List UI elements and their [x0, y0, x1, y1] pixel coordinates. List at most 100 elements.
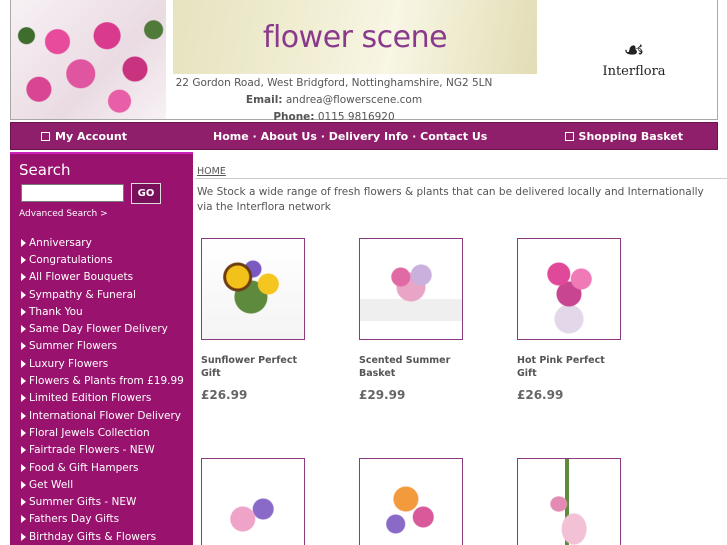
arrow-right-icon: [21, 238, 26, 247]
category-item[interactable]: Anniversary: [21, 234, 184, 251]
site-banner[interactable]: flower scene: [173, 0, 537, 74]
product-price: £26.99: [517, 388, 564, 402]
address: 22 Gordon Road, West Bridgford, Nottingh…: [175, 77, 493, 89]
nav-separator: ·: [412, 130, 417, 143]
category-item[interactable]: Same Day Flower Delivery: [21, 320, 184, 337]
category-list: Anniversary Congratulations All Flower B…: [21, 234, 184, 545]
advanced-search-link[interactable]: Advanced Search >: [19, 209, 108, 219]
category-item[interactable]: Flowers & Plants from £19.99: [21, 372, 184, 389]
arrow-right-icon: [21, 463, 26, 472]
arrow-right-icon: [21, 307, 26, 316]
category-label: All Flower Bouquets: [29, 271, 134, 284]
category-item[interactable]: Get Well: [21, 476, 184, 493]
top-nav: My Account Home · About Us · Delivery In…: [10, 122, 718, 150]
arrow-right-icon: [21, 342, 26, 351]
category-label: Thank You: [29, 305, 83, 318]
category-item[interactable]: Birthday Gifts & Flowers: [21, 528, 184, 545]
interflora-logo[interactable]: ☙ Interflora: [579, 38, 689, 79]
my-account-label: My Account: [55, 130, 127, 143]
category-item[interactable]: Food & Gift Hampers: [21, 459, 184, 476]
site-title: flower scene: [262, 19, 448, 55]
product-image[interactable]: [201, 238, 305, 340]
arrow-right-icon: [21, 255, 26, 264]
product-name[interactable]: Sunflower Perfect Gift: [201, 354, 301, 380]
arrow-right-icon: [21, 480, 26, 489]
sidebar: Search GO Advanced Search > Anniversary …: [10, 152, 193, 545]
main-nav-links: Home · About Us · Delivery Info · Contac…: [213, 130, 487, 143]
product-card[interactable]: Scented Summer Basket £29.99: [359, 238, 469, 402]
category-label: Flowers & Plants from £19.99: [29, 375, 184, 388]
email-label: Email:: [245, 94, 283, 106]
product-card[interactable]: [517, 458, 627, 545]
category-label: Fathers Day Gifts: [29, 513, 120, 526]
product-image[interactable]: [201, 458, 305, 545]
category-item[interactable]: Summer Gifts - NEW: [21, 493, 184, 510]
nav-about-us[interactable]: About Us: [261, 130, 317, 143]
shopping-basket-label: Shopping Basket: [578, 130, 683, 143]
category-item[interactable]: All Flower Bouquets: [21, 269, 184, 286]
email-address[interactable]: andrea@flowerscene.com: [286, 94, 422, 106]
category-item[interactable]: Summer Flowers: [21, 338, 184, 355]
product-image[interactable]: [359, 458, 463, 545]
category-item[interactable]: Limited Edition Flowers: [21, 390, 184, 407]
product-image[interactable]: [517, 458, 621, 545]
category-item[interactable]: Luxury Flowers: [21, 355, 184, 372]
nav-contact-us[interactable]: Contact Us: [420, 130, 487, 143]
arrow-right-icon: [21, 290, 26, 299]
account-icon: [41, 132, 50, 141]
category-item[interactable]: Sympathy & Funeral: [21, 286, 184, 303]
nav-delivery-info[interactable]: Delivery Info: [329, 130, 408, 143]
my-account-link[interactable]: My Account: [41, 130, 127, 143]
product-name[interactable]: Scented Summer Basket: [359, 354, 459, 380]
mercury-icon: ☙: [623, 36, 645, 64]
arrow-right-icon: [21, 377, 26, 386]
category-item[interactable]: Thank You: [21, 303, 184, 320]
interflora-name: Interflora: [602, 64, 666, 79]
arrow-right-icon: [21, 273, 26, 282]
search-input[interactable]: [21, 184, 124, 202]
breadcrumb[interactable]: HOME: [197, 166, 226, 177]
arrow-right-icon: [21, 359, 26, 368]
category-item[interactable]: Congratulations: [21, 251, 184, 268]
search-title: Search: [19, 161, 71, 179]
category-item[interactable]: Floral Jewels Collection: [21, 424, 184, 441]
arrow-right-icon: [21, 394, 26, 403]
product-card[interactable]: [359, 458, 469, 545]
product-name[interactable]: Hot Pink Perfect Gift: [517, 354, 617, 380]
category-item[interactable]: Fairtrade Flowers - NEW: [21, 442, 184, 459]
category-label: Floral Jewels Collection: [29, 426, 150, 439]
category-item[interactable]: International Flower Delivery: [21, 407, 184, 424]
nav-home[interactable]: Home: [213, 130, 249, 143]
search-go-button[interactable]: GO: [131, 183, 161, 204]
arrow-right-icon: [21, 428, 26, 437]
product-price: £26.99: [201, 388, 248, 402]
shopping-basket-link[interactable]: Shopping Basket: [564, 130, 683, 143]
arrow-right-icon: [21, 498, 26, 507]
category-label: International Flower Delivery: [29, 409, 182, 422]
arrow-right-icon: [21, 325, 26, 334]
basket-icon: [564, 132, 574, 141]
product-card[interactable]: [201, 458, 311, 545]
main-content: HOME We Stock a wide range of fresh flow…: [195, 152, 727, 545]
category-label: Congratulations: [29, 253, 113, 266]
contact-details: 22 Gordon Road, West Bridgford, Nottingh…: [169, 75, 499, 126]
product-card[interactable]: Sunflower Perfect Gift £26.99: [201, 238, 311, 402]
arrow-right-icon: [21, 446, 26, 455]
category-label: Limited Edition Flowers: [29, 392, 152, 405]
intro-text: We Stock a wide range of fresh flowers &…: [197, 186, 704, 213]
divider: [195, 178, 727, 179]
category-item[interactable]: Fathers Day Gifts: [21, 511, 184, 528]
category-label: Food & Gift Hampers: [29, 461, 139, 474]
category-label: Get Well: [29, 478, 74, 491]
site-header: flower scene 22 Gordon Road, West Bridgf…: [10, 0, 718, 123]
category-label: Fairtrade Flowers - NEW: [29, 444, 155, 457]
product-image[interactable]: [517, 238, 621, 340]
product-image[interactable]: [359, 238, 463, 340]
category-label: Summer Gifts - NEW: [29, 496, 137, 509]
category-label: Luxury Flowers: [29, 357, 109, 370]
arrow-right-icon: [21, 532, 26, 541]
email-line: Email: andrea@flowerscene.com: [169, 92, 499, 109]
category-label: Summer Flowers: [29, 340, 118, 353]
roses-photo: [11, 0, 166, 119]
product-card[interactable]: Hot Pink Perfect Gift £26.99: [517, 238, 627, 402]
